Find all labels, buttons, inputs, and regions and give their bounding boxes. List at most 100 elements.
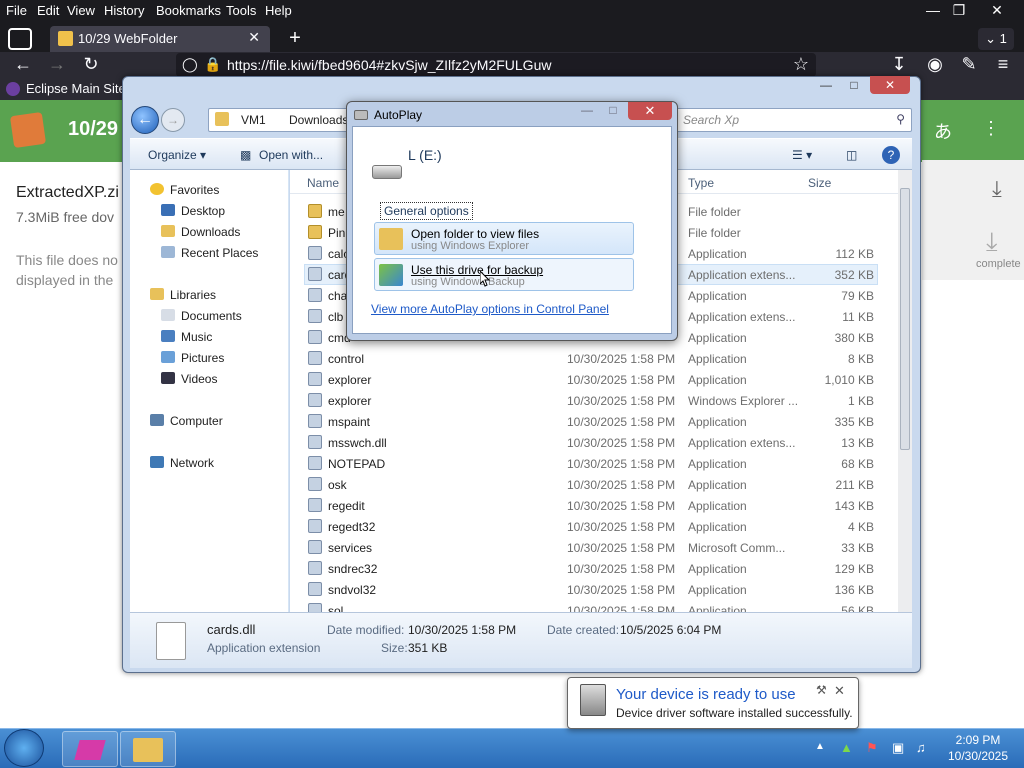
autoplay-control-panel-link[interactable]: View more AutoPlay options in Control Pa… (371, 302, 609, 316)
column-type[interactable]: Type (688, 176, 714, 190)
reload-icon[interactable]: ↻ (78, 52, 104, 76)
nav-libraries[interactable]: Libraries (150, 288, 216, 302)
nav-computer[interactable]: Computer (150, 414, 223, 428)
tab-overview-icon[interactable] (8, 28, 32, 50)
clock-time: 2:09 PM (955, 733, 1001, 747)
explorer-search-box[interactable]: Search Xp ⚲ (676, 108, 912, 132)
menu-view[interactable]: View (67, 3, 95, 18)
nav-pictures[interactable]: Pictures (161, 351, 224, 365)
taskbar-clock[interactable]: 2:09 PM 10/30/2025 (946, 732, 1010, 764)
menu-history[interactable]: History (104, 3, 144, 18)
file-row[interactable]: osk 10/30/2025 1:58 PM Application 211 KB (300, 474, 880, 495)
usb-tray-icon[interactable]: ▲ (840, 740, 853, 755)
nav-network[interactable]: Network (150, 456, 214, 470)
file-row[interactable]: NOTEPAD 10/30/2025 1:58 PM Application 68 K… (300, 453, 880, 474)
backup-option[interactable]: Use this drive for backup using Windows … (374, 258, 634, 291)
file-row[interactable]: sndvol32 10/30/2025 1:58 PM Application 136… (300, 579, 880, 600)
file-size: 33 KB (841, 541, 874, 555)
breadcrumb-downloads[interactable]: Downloads (289, 113, 348, 127)
scrollbar-thumb[interactable] (900, 188, 910, 450)
menu-tools[interactable]: Tools (226, 3, 256, 18)
chevron-down-icon[interactable]: ▾ (200, 148, 206, 162)
explorer-minimize-button[interactable]: — (812, 76, 840, 94)
pin-icon[interactable]: ⚒ (816, 683, 827, 697)
web-file-name[interactable]: ExtractedXP.zi (16, 184, 119, 202)
file-date: 10/30/2025 1:58 PM (567, 436, 676, 450)
nav-desktop[interactable]: Desktop (161, 204, 225, 218)
preview-pane-icon[interactable]: ◫ (846, 148, 857, 162)
browser-tab[interactable]: 10/29 WebFolder ✕ (50, 26, 270, 52)
explorer-close-button[interactable]: ✕ (870, 76, 910, 94)
file-name: explorer (328, 373, 372, 387)
nav-documents[interactable]: Documents (161, 309, 242, 323)
tray-expand-icon[interactable]: ▲ (815, 741, 825, 752)
nav-videos[interactable]: Videos (161, 372, 217, 386)
tab-list-button[interactable]: ⌄ 1 (978, 28, 1014, 50)
lock-icon[interactable]: 🔒 (204, 56, 221, 73)
open-with-button[interactable]: Open with... (259, 148, 323, 162)
file-row[interactable]: explorer 10/30/2025 1:58 PM Windows Explor… (300, 390, 880, 411)
breadcrumb-vm1[interactable]: VM1 (241, 113, 266, 127)
clock-date: 10/30/2025 (947, 749, 1009, 763)
autoplay-close-button[interactable]: ✕ (628, 102, 672, 120)
file-row[interactable]: services 10/30/2025 1:58 PM Microsoft Comm… (300, 537, 880, 558)
download-icon[interactable]: ⤓ (992, 176, 1002, 202)
search-icon[interactable]: ⚲ (896, 112, 905, 126)
explorer-maximize-button[interactable]: □ (840, 76, 868, 94)
file-row[interactable]: mspaint 10/30/2025 1:58 PM Application 335 … (300, 411, 880, 432)
file-row[interactable]: explorer 10/30/2025 1:58 PM Application 1,0… (300, 369, 880, 390)
file-row[interactable]: regedit 10/30/2025 1:58 PM Application 143 … (300, 495, 880, 516)
account-icon[interactable]: ◉ (922, 52, 948, 76)
file-date: 10/30/2025 1:58 PM (567, 394, 676, 408)
open-folder-option[interactable]: Open folder to view files using Windows … (374, 222, 634, 255)
menu-help[interactable]: Help (265, 3, 292, 18)
file-row[interactable]: control 10/30/2025 1:58 PM Application 8 KB (300, 348, 880, 369)
volume-muted-icon[interactable]: ♫ (916, 740, 926, 755)
taskbar-explorer[interactable] (120, 731, 176, 767)
file-row[interactable]: regedt32 10/30/2025 1:58 PM Application 4 K… (300, 516, 880, 537)
column-name[interactable]: Name (307, 176, 339, 190)
file-type: Application extens... (688, 436, 796, 450)
file-row[interactable]: sndrec32 10/30/2025 1:58 PM Application 129… (300, 558, 880, 579)
translate-icon[interactable]: あ (934, 118, 952, 144)
bookmark-star-icon[interactable]: ☆ (788, 52, 814, 76)
organize-button[interactable]: Organize (148, 148, 197, 162)
autoplay-maximize-button[interactable]: □ (600, 102, 626, 120)
network-tray-icon[interactable]: ▣ (892, 740, 904, 756)
taskbar-app-purple[interactable] (62, 731, 118, 767)
file-size: 68 KB (841, 457, 874, 471)
forward-arrow-icon[interactable]: → (44, 52, 70, 76)
menu-edit[interactable]: Edit (37, 3, 59, 18)
web-file-size: 7.3MiB free dov (16, 209, 115, 225)
shield-icon[interactable]: ◯ (182, 56, 198, 73)
menu-bookmarks[interactable]: Bookmarks (156, 3, 221, 18)
restore-icon[interactable]: ❐ (944, 0, 974, 22)
extensions-icon[interactable]: ✎ (956, 52, 982, 76)
nav-music[interactable]: Music (161, 330, 212, 344)
hamburger-menu-icon[interactable]: ≡ (990, 52, 1016, 76)
view-options-icon[interactable]: ☰ ▾ (792, 148, 812, 162)
tab-close-icon[interactable]: ✕ (248, 29, 260, 46)
url-bar[interactable]: ◯ 🔒 https://file.kiwi/fbed9604#zkvSjw_ZI… (176, 53, 816, 77)
autoplay-minimize-button[interactable]: — (574, 102, 600, 120)
nav-downloads[interactable]: Downloads (161, 225, 240, 239)
explorer-back-button[interactable]: ← (131, 106, 159, 134)
action-center-icon[interactable]: ⚑ (866, 740, 878, 756)
help-icon[interactable]: ? (882, 146, 900, 164)
download-icon[interactable]: ↧ (886, 52, 912, 76)
notification-close-icon[interactable]: ✕ (834, 683, 845, 699)
more-vert-icon[interactable]: ⋮ (982, 118, 1000, 139)
file-icon (308, 456, 322, 470)
start-button[interactable] (4, 729, 44, 767)
explorer-forward-button[interactable]: → (161, 108, 185, 132)
nav-favorites[interactable]: Favorites (150, 183, 219, 197)
menu-file[interactable]: File (6, 3, 27, 18)
nav-recent-places[interactable]: Recent Places (161, 246, 258, 260)
back-arrow-icon[interactable]: ← (10, 52, 36, 76)
bookmark-eclipse[interactable]: Eclipse Main Site (26, 81, 126, 96)
close-icon[interactable]: ✕ (982, 0, 1012, 22)
column-size[interactable]: Size (808, 176, 831, 190)
file-row[interactable]: msswch.dll 10/30/2025 1:58 PM Application … (300, 432, 880, 453)
new-tab-icon[interactable]: + (284, 28, 306, 50)
open-folder-title: Open folder to view files (411, 227, 540, 241)
